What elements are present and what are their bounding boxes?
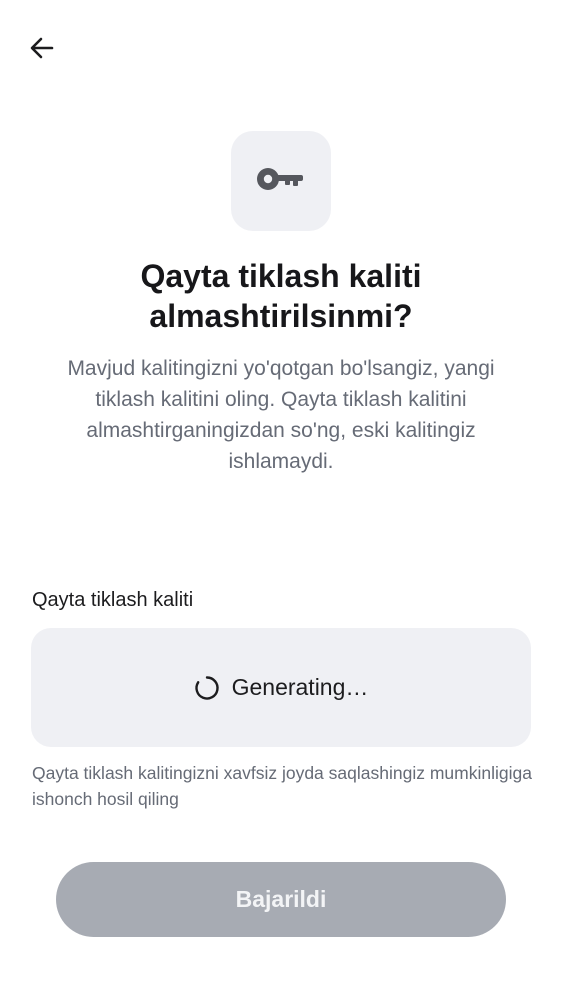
back-button[interactable] (22, 30, 62, 70)
arrow-left-icon (28, 34, 56, 67)
key-icon (257, 164, 305, 199)
save-key-hint: Qayta tiklash kalitingizni xavfsiz joyda… (32, 763, 532, 809)
spinner-icon (194, 675, 220, 701)
recovery-key-box: Generating… (31, 628, 531, 747)
page-title: Qayta tiklash kaliti almashtirilsinmi? (140, 258, 422, 334)
key-icon-tile (231, 131, 331, 231)
recovery-key-label: Qayta tiklash kaliti (32, 589, 194, 611)
page-description: Mavjud kalitingizni yo'qotgan bo'lsangiz… (67, 357, 495, 473)
generating-status: Generating… (231, 674, 369, 700)
done-button[interactable]: Bajarildi (56, 862, 506, 937)
